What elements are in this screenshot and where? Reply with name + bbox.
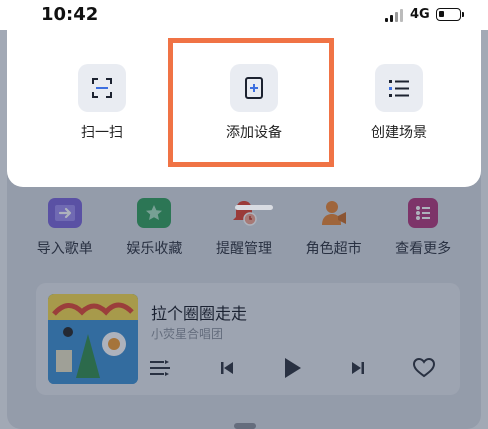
- previous-button[interactable]: [216, 359, 238, 381]
- next-icon: [350, 360, 366, 380]
- play-icon: [282, 357, 302, 383]
- play-button[interactable]: [281, 357, 303, 383]
- create-scene-action[interactable]: 创建场景: [349, 64, 449, 142]
- alarm-bell-icon: [227, 198, 261, 228]
- shortcut-label: 娱乐收藏: [126, 241, 183, 257]
- drag-handle[interactable]: [235, 205, 273, 210]
- shortcut-label: 导入歌单: [36, 241, 93, 257]
- song-artist: 小荧星合唱团: [151, 327, 224, 341]
- network-type: 4G: [410, 7, 430, 22]
- next-button[interactable]: [347, 359, 369, 381]
- shortcut-role-market[interactable]: 角色超市: [289, 198, 379, 258]
- create-scene-label: 创建场景: [371, 125, 427, 141]
- scan-icon: [78, 64, 126, 112]
- battery-icon: [436, 8, 461, 21]
- list-icon: [375, 64, 423, 112]
- import-playlist-icon: [47, 198, 82, 228]
- bottom-indicator: [234, 423, 256, 429]
- previous-icon: [219, 360, 235, 380]
- shortcut-view-more[interactable]: 查看更多: [378, 198, 468, 258]
- shortcut-entertainment-favorites[interactable]: 娱乐收藏: [110, 198, 200, 258]
- battery-cap: [462, 12, 464, 17]
- heart-icon: [412, 357, 436, 382]
- signal-strength-icon: [385, 9, 403, 22]
- favorite-button[interactable]: [412, 357, 436, 382]
- shortcut-label: 查看更多: [395, 241, 452, 257]
- status-bar: 10:42 4G: [0, 0, 488, 30]
- shortcut-import-playlist[interactable]: 导入歌单: [20, 198, 110, 258]
- highlight-box: [168, 38, 334, 167]
- scan-label: 扫一扫: [81, 125, 123, 141]
- role-person-icon: [317, 198, 351, 228]
- playlist-icon: [149, 359, 171, 381]
- scan-action[interactable]: 扫一扫: [52, 64, 152, 142]
- album-cover[interactable]: [48, 294, 138, 384]
- playlist-button[interactable]: [149, 359, 171, 381]
- status-time: 10:42: [41, 4, 99, 25]
- song-title: 拉个圈圈走走: [151, 304, 248, 323]
- shortcut-label: 角色超市: [305, 241, 362, 257]
- music-player-card[interactable]: 拉个圈圈走走 小荧星合唱团: [36, 283, 460, 395]
- shortcut-label: 提醒管理: [215, 241, 272, 257]
- more-grid-icon: [408, 198, 439, 228]
- star-folder-icon: [137, 198, 172, 228]
